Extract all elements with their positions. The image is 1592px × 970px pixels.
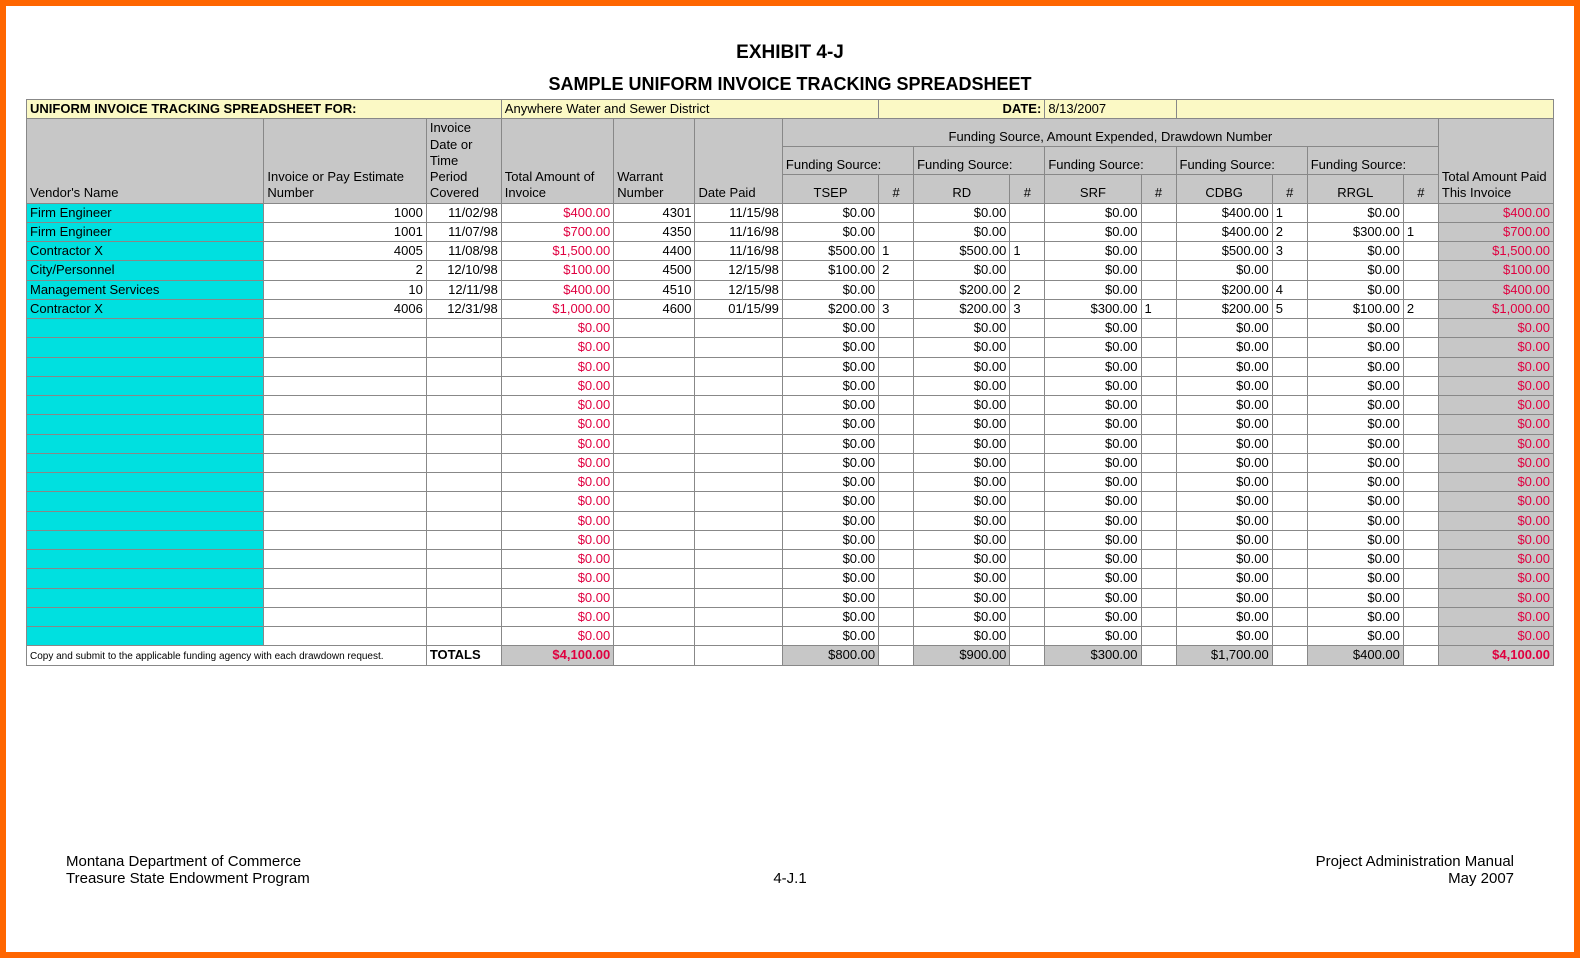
table-row: $0.00$0.00$0.00$0.00$0.00$0.00$0.00	[27, 376, 1554, 395]
hdr-src-3: Funding Source:	[1176, 147, 1307, 175]
hdr-src-0: Funding Source:	[782, 147, 913, 175]
totals-invoice: $4,100.00	[501, 646, 613, 665]
banner-entity: Anywhere Water and Sewer District	[501, 100, 878, 119]
totals-cdbg: $1,700.00	[1176, 646, 1272, 665]
table-row: Management Services1012/11/98$400.004510…	[27, 280, 1554, 299]
totals-note: Copy and submit to the applicable fundin…	[27, 646, 427, 665]
hdr-rrgl: RRGL	[1307, 175, 1403, 203]
hdr-hash: #	[1010, 175, 1045, 203]
table-row: $0.00$0.00$0.00$0.00$0.00$0.00$0.00	[27, 415, 1554, 434]
table-row: $0.00$0.00$0.00$0.00$0.00$0.00$0.00	[27, 569, 1554, 588]
totals-row: Copy and submit to the applicable fundin…	[27, 646, 1554, 665]
hdr-cdbg: CDBG	[1176, 175, 1272, 203]
hdr-hash: #	[879, 175, 914, 203]
hdr-datepaid: Date Paid	[695, 119, 782, 203]
totals-tsep: $800.00	[782, 646, 878, 665]
table-row: $0.00$0.00$0.00$0.00$0.00$0.00$0.00	[27, 396, 1554, 415]
page-footer: Montana Department of Commerce Treasure …	[66, 853, 1514, 887]
table-row: Contractor X400511/08/98$1,500.00440011/…	[27, 242, 1554, 261]
hdr-hash: #	[1141, 175, 1176, 203]
hdr-invdate: Invoice Date or Time Period Covered	[426, 119, 501, 203]
totals-rrgl: $400.00	[1307, 646, 1403, 665]
hdr-hash: #	[1272, 175, 1307, 203]
hdr-rd: RD	[914, 175, 1010, 203]
hdr-src-1: Funding Source:	[914, 147, 1045, 175]
hdr-src-4: Funding Source:	[1307, 147, 1438, 175]
table-row: $0.00$0.00$0.00$0.00$0.00$0.00$0.00	[27, 607, 1554, 626]
table-row: $0.00$0.00$0.00$0.00$0.00$0.00$0.00	[27, 627, 1554, 646]
page-title: SAMPLE UNIFORM INVOICE TRACKING SPREADSH…	[26, 74, 1554, 95]
banner-prefix: UNIFORM INVOICE TRACKING SPREADSHEET FOR…	[27, 100, 502, 119]
table-row: $0.00$0.00$0.00$0.00$0.00$0.00$0.00	[27, 473, 1554, 492]
table-row: Firm Engineer100111/07/98$700.00435011/1…	[27, 222, 1554, 241]
totals-label: TOTALS	[426, 646, 501, 665]
header-row-1: Vendor's Name Invoice or Pay Estimate Nu…	[27, 119, 1554, 147]
hdr-totalinv: Total Amount of Invoice	[501, 119, 613, 203]
table-row: $0.00$0.00$0.00$0.00$0.00$0.00$0.00	[27, 588, 1554, 607]
banner-date: 8/13/2007	[1045, 100, 1176, 119]
banner-row: UNIFORM INVOICE TRACKING SPREADSHEET FOR…	[27, 100, 1554, 119]
exhibit-label: EXHIBIT 4-J	[26, 42, 1554, 64]
table-row: $0.00$0.00$0.00$0.00$0.00$0.00$0.00	[27, 530, 1554, 549]
table-row: $0.00$0.00$0.00$0.00$0.00$0.00$0.00	[27, 511, 1554, 530]
table-row: $0.00$0.00$0.00$0.00$0.00$0.00$0.00	[27, 319, 1554, 338]
hdr-tsep: TSEP	[782, 175, 878, 203]
table-row: Firm Engineer100011/02/98$400.00430111/1…	[27, 203, 1554, 222]
table-row: $0.00$0.00$0.00$0.00$0.00$0.00$0.00	[27, 453, 1554, 472]
hdr-totalpaid: Total Amount Paid This Invoice	[1438, 119, 1553, 203]
table-row: Contractor X400612/31/98$1,000.00460001/…	[27, 299, 1554, 318]
totals-srf: $300.00	[1045, 646, 1141, 665]
hdr-warrant: Warrant Number	[614, 119, 695, 203]
footer-page: 4-J.1	[773, 870, 806, 887]
table-row: $0.00$0.00$0.00$0.00$0.00$0.00$0.00	[27, 434, 1554, 453]
hdr-invoice: Invoice or Pay Estimate Number	[264, 119, 426, 203]
table-row: $0.00$0.00$0.00$0.00$0.00$0.00$0.00	[27, 550, 1554, 569]
hdr-vendor: Vendor's Name	[27, 119, 264, 203]
totals-rd: $900.00	[914, 646, 1010, 665]
table-row: City/Personnel212/10/98$100.00450012/15/…	[27, 261, 1554, 280]
totals-paid: $4,100.00	[1438, 646, 1553, 665]
hdr-funding-title: Funding Source, Amount Expended, Drawdow…	[782, 119, 1438, 147]
hdr-srf: SRF	[1045, 175, 1141, 203]
banner-date-label: DATE:	[879, 100, 1045, 119]
hdr-hash: #	[1403, 175, 1438, 203]
table-row: $0.00$0.00$0.00$0.00$0.00$0.00$0.00	[27, 492, 1554, 511]
hdr-src-2: Funding Source:	[1045, 147, 1176, 175]
table-row: $0.00$0.00$0.00$0.00$0.00$0.00$0.00	[27, 338, 1554, 357]
table-row: $0.00$0.00$0.00$0.00$0.00$0.00$0.00	[27, 357, 1554, 376]
spreadsheet-table: UNIFORM INVOICE TRACKING SPREADSHEET FOR…	[26, 99, 1554, 666]
